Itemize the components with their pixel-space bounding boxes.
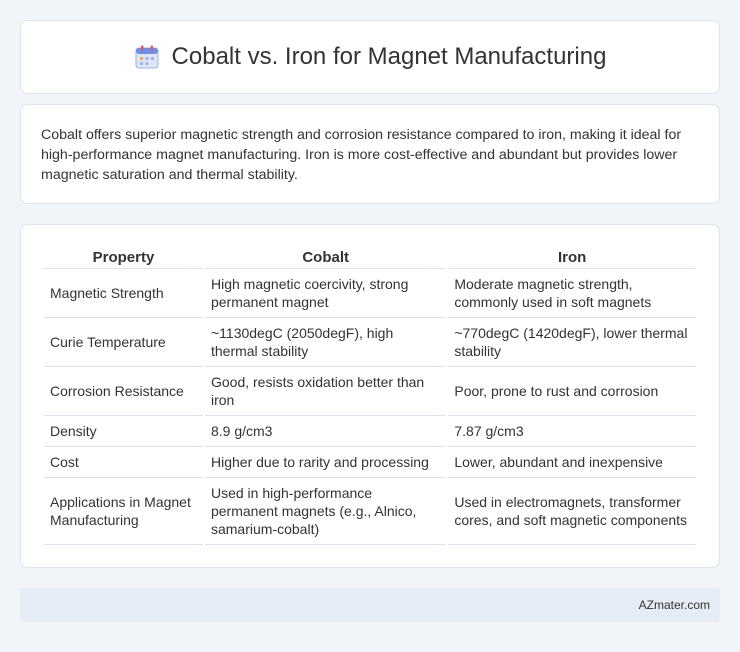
header-iron: Iron xyxy=(448,245,696,269)
cobalt-cell: ~1130degC (2050degF), high thermal stabi… xyxy=(204,318,447,367)
cobalt-cell: Higher due to rarity and processing xyxy=(204,447,447,478)
iron-cell: Moderate magnetic strength, commonly use… xyxy=(448,269,696,318)
header-property: Property xyxy=(44,245,203,269)
table-header-row: Property Cobalt Iron xyxy=(44,245,696,269)
iron-cell: ~770degC (1420degF), lower thermal stabi… xyxy=(448,318,696,367)
table-row: Corrosion Resistance Good, resists oxida… xyxy=(44,367,696,416)
calendar-icon xyxy=(135,45,159,69)
cobalt-cell: Good, resists oxidation better than iron xyxy=(204,367,447,416)
property-cell: Corrosion Resistance xyxy=(44,367,203,416)
table-card: Property Cobalt Iron Magnetic Strength H… xyxy=(20,224,720,568)
footer-brand: AZmater.com xyxy=(638,598,710,612)
page-title: Cobalt vs. Iron for Magnet Manufacturing xyxy=(171,43,607,70)
property-cell: Density xyxy=(44,416,203,447)
title-wrap: Cobalt vs. Iron for Magnet Manufacturing xyxy=(134,43,607,71)
table-row: Curie Temperature ~1130degC (2050degF), … xyxy=(44,318,696,367)
property-cell: Cost xyxy=(44,447,203,478)
cobalt-cell: Used in high-performance permanent magne… xyxy=(204,478,447,545)
iron-cell: Poor, prone to rust and corrosion xyxy=(448,367,696,416)
footer: AZmater.com xyxy=(20,588,720,622)
table-row: Magnetic Strength High magnetic coercivi… xyxy=(44,269,696,318)
title-card: Cobalt vs. Iron for Magnet Manufacturing xyxy=(20,20,720,94)
table-row: Density 8.9 g/cm3 7.87 g/cm3 xyxy=(44,416,696,447)
iron-cell: Lower, abundant and inexpensive xyxy=(448,447,696,478)
summary-text: Cobalt offers superior magnetic strength… xyxy=(41,127,682,183)
property-cell: Magnetic Strength xyxy=(44,269,203,318)
iron-cell: Used in electromagnets, transformer core… xyxy=(448,478,696,545)
table-row: Applications in Magnet Manufacturing Use… xyxy=(44,478,696,545)
property-cell: Applications in Magnet Manufacturing xyxy=(44,478,203,545)
summary-card: Cobalt offers superior magnetic strength… xyxy=(20,104,720,204)
comparison-table: Property Cobalt Iron Magnetic Strength H… xyxy=(42,245,698,545)
table-row: Cost Higher due to rarity and processing… xyxy=(44,447,696,478)
cobalt-cell: High magnetic coercivity, strong permane… xyxy=(204,269,447,318)
cobalt-cell: 8.9 g/cm3 xyxy=(204,416,447,447)
header-cobalt: Cobalt xyxy=(204,245,447,269)
iron-cell: 7.87 g/cm3 xyxy=(448,416,696,447)
property-cell: Curie Temperature xyxy=(44,318,203,367)
